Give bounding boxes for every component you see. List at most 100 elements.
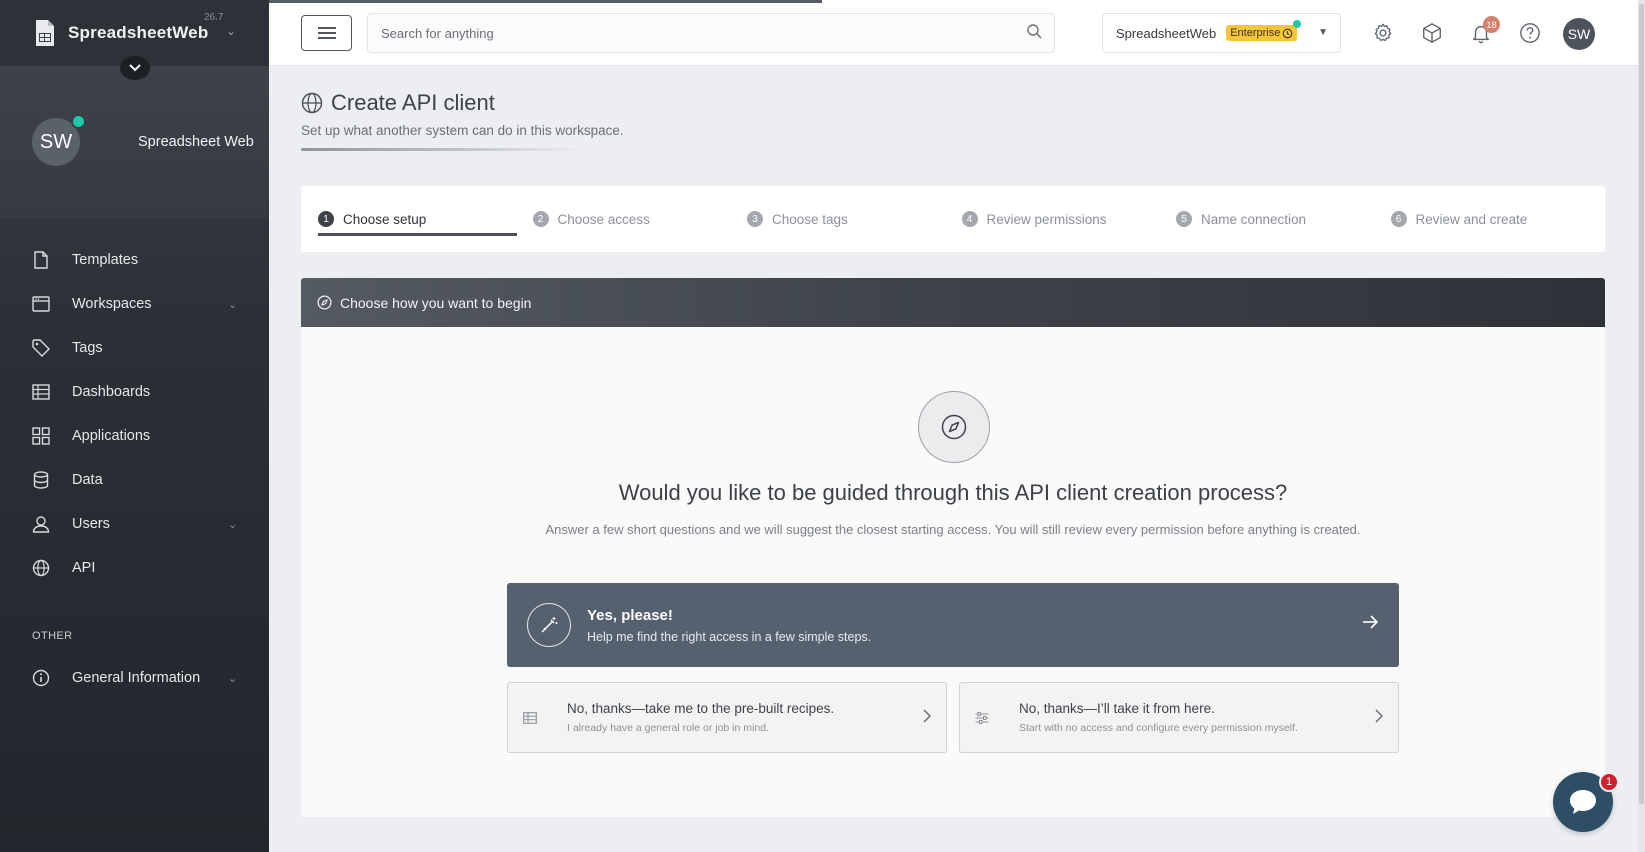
status-dot — [1293, 20, 1302, 28]
step-choose-setup[interactable]: 1 Choose setup — [318, 186, 533, 252]
gear-icon[interactable] — [1370, 20, 1396, 46]
sidebar-nav: Templates Workspaces ⌄ Tags Dashboards A… — [0, 218, 269, 700]
sliders-icon — [975, 711, 991, 724]
brand-version: 26.7 — [204, 12, 224, 23]
cube-icon[interactable] — [1419, 20, 1445, 46]
info-icon — [32, 669, 50, 687]
step-number: 5 — [1176, 211, 1192, 227]
step-choose-tags[interactable]: 3 Choose tags — [747, 186, 962, 252]
card-header: Choose how you want to begin — [301, 278, 1605, 327]
scrollbar-thumb[interactable] — [1639, 4, 1644, 804]
sidebar-item-label: Data — [72, 472, 103, 488]
prebuilt-recipes-text: No, thanks—take me to the pre-built reci… — [567, 701, 834, 734]
step-number: 2 — [532, 211, 549, 227]
chat-bubble-icon — [1570, 790, 1596, 814]
search-icon[interactable] — [1027, 24, 1042, 44]
magic-wand-icon — [527, 603, 571, 647]
chat-unread-badge: 1 — [1599, 772, 1619, 792]
sidebar-item-tags[interactable]: Tags — [0, 326, 269, 370]
sidebar-item-dashboards[interactable]: Dashboards — [0, 370, 269, 414]
sidebar-item-users[interactable]: Users ⌄ — [0, 502, 269, 546]
guidance-description: Answer a few short questions and we will… — [545, 522, 1361, 537]
guided-setup-text: Yes, please! Help me find the right acce… — [587, 607, 871, 644]
sidebar-item-templates[interactable]: Templates — [0, 238, 269, 282]
sidebar-item-label: Templates — [72, 252, 139, 268]
help-icon[interactable] — [1517, 20, 1543, 46]
globe-icon — [32, 559, 50, 577]
manual-setup-button[interactable]: No, thanks—I’ll take it from here. Start… — [959, 682, 1399, 753]
compass-icon — [918, 391, 990, 463]
collapse-sidebar-button[interactable] — [120, 56, 150, 80]
hamburger-menu-button[interactable] — [301, 15, 352, 51]
step-label: Name connection — [1201, 211, 1307, 227]
step-choose-access[interactable]: 2 Choose access — [532, 186, 748, 252]
search-box[interactable] — [367, 13, 1055, 53]
sidebar-item-workspaces[interactable]: Workspaces ⌄ — [0, 282, 269, 326]
search-input[interactable] — [381, 25, 1001, 41]
step-label: Choose setup — [343, 211, 427, 227]
hamburger-icon — [317, 27, 336, 39]
user-icon — [32, 515, 50, 533]
sidebar-section-label: OTHER — [32, 630, 73, 642]
workspace-selector[interactable]: SpreadsheetWeb Enterprise ▼ — [1102, 13, 1341, 53]
prebuilt-recipes-subtitle: I already have a general role or job in … — [567, 722, 769, 734]
sidebar-item-label: Tags — [72, 340, 103, 356]
sidebar-item-label: Workspaces — [72, 296, 152, 312]
file-icon — [32, 251, 50, 269]
chevron-down-icon[interactable]: ⌄ — [226, 24, 236, 38]
compass-icon — [317, 295, 332, 310]
notification-count-badge: 18 — [1483, 16, 1500, 33]
sidebar-item-general-information[interactable]: General Information ⌄ — [0, 656, 269, 700]
page-title-text: Create API client — [331, 90, 495, 115]
sidebar-item-label: API — [72, 560, 96, 576]
sidebar-item-label: Applications — [72, 428, 151, 444]
user-avatar[interactable]: SW — [1563, 18, 1595, 50]
sidebar-item-api[interactable]: API — [0, 546, 269, 590]
grid-icon — [32, 427, 50, 445]
database-icon — [32, 471, 50, 489]
bell-icon[interactable]: 18 — [1468, 16, 1500, 46]
profile-panel[interactable]: SW Spreadsheet Web — [0, 66, 269, 218]
caret-down-icon: ▼ — [1318, 27, 1328, 38]
table-icon — [523, 711, 539, 724]
sidebar-item-label: General Information — [72, 670, 201, 686]
prebuilt-recipes-title: No, thanks—take me to the pre-built reci… — [567, 701, 835, 716]
step-label: Choose tags — [772, 211, 848, 227]
sidebar-item-label: Users — [72, 516, 110, 532]
profile-name: Spreadsheet Web — [138, 134, 254, 150]
step-label: Review and create — [1415, 211, 1528, 227]
guided-setup-button[interactable]: Yes, please! Help me find the right acce… — [507, 583, 1399, 667]
wizard-stepper: 1 Choose setup 2 Choose access 3 Choose tag… — [301, 186, 1605, 252]
workspace-name: SpreadsheetWeb — [1116, 25, 1217, 41]
step-review-and-create[interactable]: 6 Review and create — [1390, 186, 1606, 252]
table-icon — [32, 383, 50, 401]
chevron-right-icon — [1374, 708, 1384, 727]
plan-badge-label: Enterprise — [1230, 27, 1281, 39]
chevron-down-icon: ⌄ — [228, 672, 238, 685]
step-number: 4 — [961, 211, 978, 227]
sidebar: SpreadsheetWeb 26.7 ⌄ SW Spreadsheet Web… — [0, 0, 269, 852]
globe-icon — [301, 92, 323, 114]
prebuilt-recipes-button[interactable]: No, thanks—take me to the pre-built reci… — [507, 682, 947, 753]
arrow-right-icon — [1361, 613, 1379, 634]
step-label: Choose access — [557, 211, 650, 227]
vertical-scrollbar[interactable] — [1638, 0, 1645, 852]
chat-widget-button[interactable]: 1 — [1553, 772, 1619, 832]
clock-icon — [1283, 28, 1293, 38]
page-subtitle: Set up what another system can do in thi… — [301, 123, 624, 138]
avatar[interactable]: SW — [32, 114, 86, 166]
step-number: 1 — [318, 211, 334, 227]
guided-setup-title: Yes, please! — [587, 606, 673, 624]
page-loading-bar — [269, 0, 822, 3]
step-name-connection[interactable]: 5 Name connection — [1176, 186, 1391, 252]
top-bar: SpreadsheetWeb Enterprise ▼ 18 SW — [269, 0, 1645, 66]
step-review-permissions[interactable]: 4 Review permissions — [961, 186, 1177, 252]
chevron-down-icon — [129, 64, 141, 72]
brand-name: SpreadsheetWeb — [68, 23, 209, 42]
sidebar-item-data[interactable]: Data — [0, 458, 269, 502]
step-label: Review permissions — [986, 211, 1107, 227]
chevron-down-icon: ⌄ — [228, 518, 238, 531]
tag-icon — [32, 339, 50, 357]
chevron-down-icon: ⌄ — [228, 298, 238, 311]
sidebar-item-applications[interactable]: Applications — [0, 414, 269, 458]
